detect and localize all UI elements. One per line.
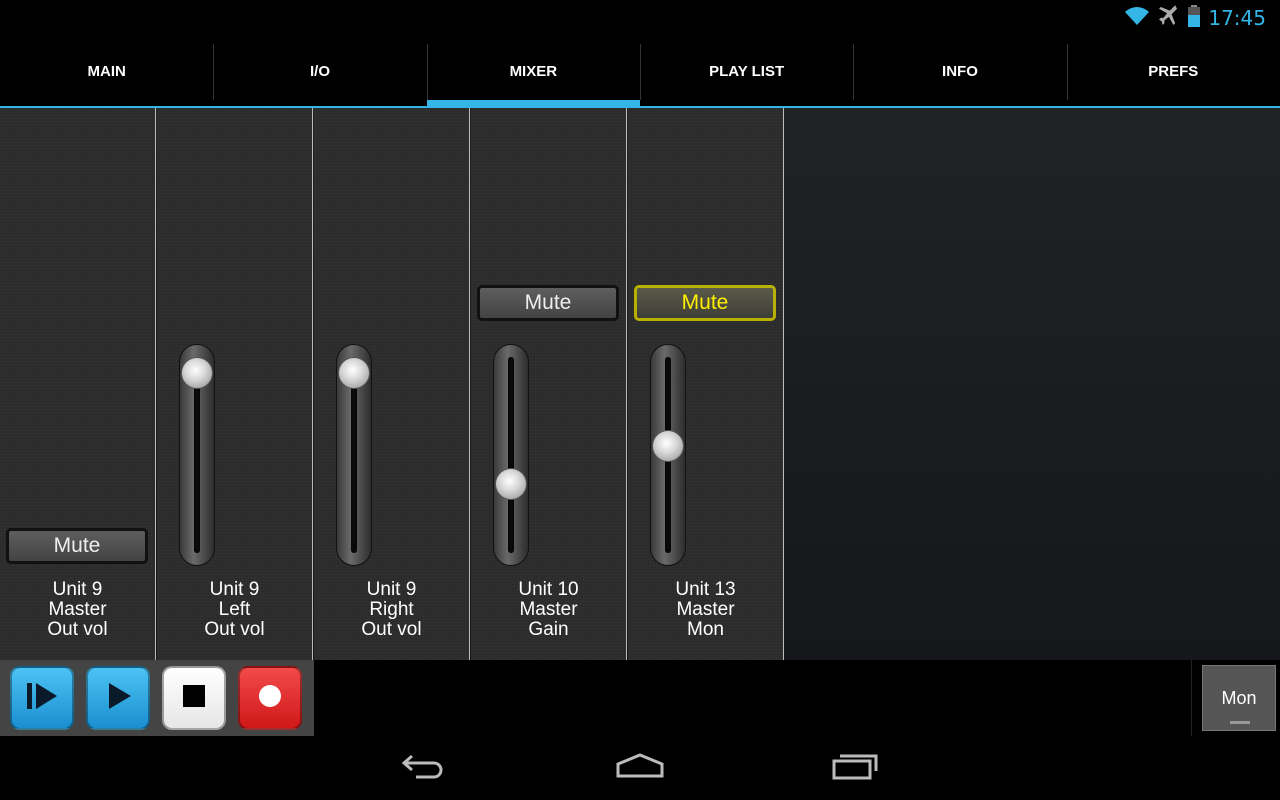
stop-button[interactable] bbox=[162, 666, 226, 730]
channel-strip-unit9-left: Unit 9 Left Out vol bbox=[157, 108, 313, 660]
battery-icon bbox=[1188, 4, 1201, 32]
tab-main[interactable]: MAIN bbox=[0, 36, 213, 106]
mute-button[interactable]: Mute bbox=[6, 528, 148, 564]
tab-play-list[interactable]: PLAY LIST bbox=[639, 36, 853, 106]
transport-bar: Mon bbox=[0, 660, 1280, 736]
mixer-panel: Mute Unit 9 Master Out vol Unit 9 Left O… bbox=[0, 108, 1280, 660]
fader-knob[interactable] bbox=[652, 429, 684, 462]
divider bbox=[1191, 660, 1192, 736]
channel-strip-unit10-master: Mute Unit 10 Master Gain bbox=[471, 108, 627, 660]
wifi-icon bbox=[1124, 6, 1150, 31]
mute-button-active[interactable]: Mute bbox=[634, 285, 776, 321]
play-from-start-button[interactable] bbox=[10, 666, 74, 730]
tab-prefs[interactable]: PREFS bbox=[1066, 36, 1280, 106]
back-icon bbox=[400, 752, 448, 785]
channel-strip-unit13-master: Mute Unit 13 Master Mon bbox=[628, 108, 784, 660]
mute-button[interactable]: Mute bbox=[477, 285, 619, 321]
play-icon bbox=[103, 681, 133, 716]
tab-io[interactable]: I/O bbox=[213, 36, 426, 106]
channel-label: Unit 10 Master Gain bbox=[518, 579, 579, 640]
tab-bar: MAIN I/O MIXER PLAY LIST INFO PREFS bbox=[0, 36, 1280, 108]
mon-button[interactable]: Mon bbox=[1202, 665, 1276, 731]
channel-label: Unit 9 Master Out vol bbox=[47, 579, 108, 640]
airplane-icon bbox=[1158, 4, 1180, 32]
channel-strip-unit9-right: Unit 9 Right Out vol bbox=[314, 108, 470, 660]
record-icon bbox=[257, 683, 283, 714]
tab-mixer[interactable]: MIXER bbox=[426, 36, 641, 108]
stop-icon bbox=[182, 684, 206, 713]
channel-strip-unit9-master: Mute Unit 9 Master Out vol bbox=[0, 108, 156, 660]
status-bar: 17:45 bbox=[0, 0, 1280, 36]
clock: 17:45 bbox=[1208, 6, 1266, 30]
navigation-bar bbox=[0, 736, 1280, 800]
tab-info[interactable]: INFO bbox=[853, 36, 1066, 106]
channel-label: Unit 9 Left Out vol bbox=[204, 579, 265, 640]
recent-apps-button[interactable] bbox=[826, 748, 886, 788]
home-icon bbox=[615, 752, 665, 785]
fader-track[interactable] bbox=[493, 344, 529, 566]
channel-label: Unit 9 Right Out vol bbox=[361, 579, 422, 640]
fader-knob[interactable] bbox=[495, 467, 527, 500]
record-button[interactable] bbox=[238, 666, 302, 730]
recent-apps-icon bbox=[831, 751, 881, 786]
play-button[interactable] bbox=[86, 666, 150, 730]
play-from-start-icon bbox=[25, 681, 59, 716]
back-button[interactable] bbox=[394, 748, 454, 788]
channel-label: Unit 13 Master Mon bbox=[675, 579, 736, 640]
home-button[interactable] bbox=[610, 748, 670, 788]
transport-buttons bbox=[0, 660, 314, 736]
